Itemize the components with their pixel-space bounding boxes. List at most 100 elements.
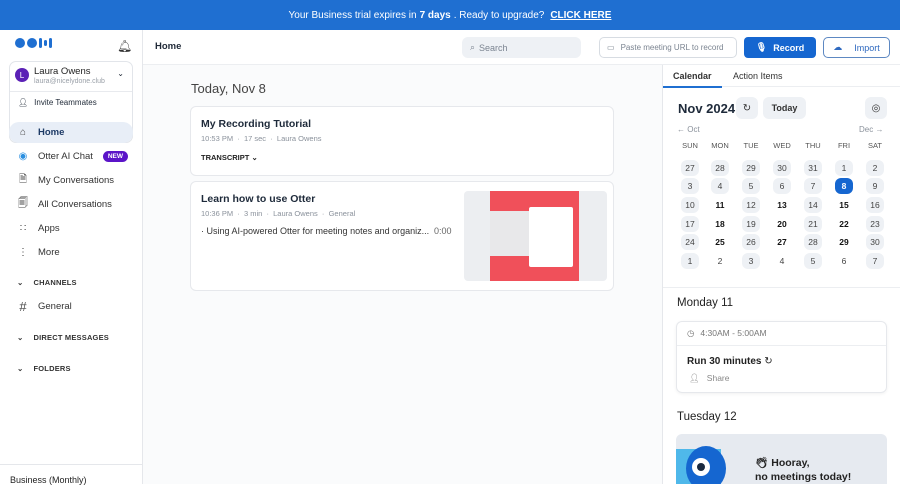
- calendar-day[interactable]: 22: [835, 216, 853, 232]
- chevron-down-icon: ⌄: [17, 364, 24, 373]
- calendar-day[interactable]: 27: [773, 234, 791, 250]
- calendar-day[interactable]: 12: [742, 197, 760, 213]
- calendar-day[interactable]: 15: [835, 197, 853, 213]
- calendar-day[interactable]: 2: [711, 253, 729, 269]
- upgrade-link[interactable]: CLICK HERE: [550, 10, 611, 21]
- calendar-day[interactable]: 1: [681, 253, 699, 269]
- sidebar-item-more[interactable]: ⋮ More: [9, 242, 133, 263]
- calendar-day[interactable]: 3: [681, 178, 699, 194]
- calendar-day[interactable]: 29: [835, 234, 853, 250]
- record-button[interactable]: 🎙︎ Record: [744, 37, 816, 58]
- calendar-day[interactable]: 6: [773, 178, 791, 194]
- settings-icon[interactable]: ◎: [865, 97, 887, 119]
- calendar-day[interactable]: 6: [835, 253, 853, 269]
- conversation-card[interactable]: My Recording Tutorial 10:53 PM · 17 sec …: [190, 106, 614, 176]
- calendar-day[interactable]: 9: [866, 178, 884, 194]
- hooray-text: Hooray,: [771, 457, 810, 469]
- banner-days: 7 days: [419, 9, 451, 21]
- weekday-label: THU: [805, 141, 821, 150]
- add-user-icon: 👤︎: [18, 98, 29, 107]
- calendar-day[interactable]: 30: [773, 160, 791, 176]
- calendar-day[interactable]: 20: [773, 216, 791, 232]
- invite-teammates-button[interactable]: 👤︎ Invite Teammates: [10, 91, 132, 113]
- search-input[interactable]: ⌕ Search: [462, 37, 581, 58]
- tab-action-items[interactable]: Action Items: [733, 71, 783, 81]
- documents-icon: 🗐: [18, 198, 28, 209]
- share-button[interactable]: 👤︎ Share: [689, 373, 729, 384]
- chevron-down-icon[interactable]: ⌄: [117, 69, 124, 78]
- import-button[interactable]: ☁︎ Import: [823, 37, 890, 58]
- calendar-day[interactable]: 7: [804, 178, 822, 194]
- refresh-icon[interactable]: ↻: [736, 97, 758, 119]
- conversation-card[interactable]: Learn how to use Otter 10:36 PM · 3 min …: [190, 181, 614, 291]
- sidebar-item-home[interactable]: ⌂ Home: [9, 122, 133, 143]
- record-label: Record: [773, 42, 805, 53]
- calendar-day[interactable]: 24: [681, 234, 699, 250]
- transcript-toggle[interactable]: TRANSCRIPT ⌄: [201, 153, 258, 162]
- no-meetings-text: no meetings today!: [755, 471, 852, 483]
- calendar-day[interactable]: 23: [866, 216, 884, 232]
- calendar-day[interactable]: 30: [866, 234, 884, 250]
- page-title: Home: [155, 41, 182, 52]
- calendar-day[interactable]: 5: [742, 178, 760, 194]
- prev-month-button[interactable]: ← Oct: [677, 125, 700, 134]
- calendar-day[interactable]: 4: [711, 178, 729, 194]
- folders-section-toggle[interactable]: ⌄ FOLDERS: [17, 364, 71, 373]
- sidebar-item-all-conversations[interactable]: 🗐 All Conversations: [9, 194, 133, 215]
- calendar-day[interactable]: 3: [742, 253, 760, 269]
- calendar-day[interactable]: 28: [711, 160, 729, 176]
- conversation-title[interactable]: Learn how to use Otter: [201, 193, 315, 205]
- calendar-day[interactable]: 14: [804, 197, 822, 213]
- calendar-day[interactable]: 29: [742, 160, 760, 176]
- video-icon: ▭: [607, 43, 615, 52]
- no-meetings-card: 👏︎ Hooray, no meetings today!: [676, 434, 887, 484]
- calendar-day[interactable]: 10: [681, 197, 699, 213]
- calendar-day[interactable]: 8: [835, 178, 853, 194]
- snippet-time: 0:00: [434, 226, 452, 236]
- calendar-day[interactable]: 13: [773, 197, 791, 213]
- sidebar: 🔔︎ L Laura Owens laura@nicelydone.club ⌄…: [0, 30, 143, 485]
- conversation-title[interactable]: My Recording Tutorial: [201, 118, 311, 130]
- home-icon: ⌂: [19, 127, 27, 138]
- calendar-day[interactable]: 31: [804, 160, 822, 176]
- calendar-day[interactable]: 27: [681, 160, 699, 176]
- cloud-upload-icon: ☁︎: [833, 42, 843, 52]
- calendar-day[interactable]: 21: [804, 216, 822, 232]
- video-thumbnail[interactable]: [464, 191, 607, 281]
- next-month-button[interactable]: Dec →: [859, 125, 883, 134]
- calendar-day[interactable]: 26: [742, 234, 760, 250]
- bell-icon[interactable]: 🔔︎: [117, 39, 132, 53]
- sidebar-item-my-conversations[interactable]: 🗎 My Conversations: [9, 170, 133, 191]
- calendar-day[interactable]: 2: [866, 160, 884, 176]
- tab-calendar[interactable]: Calendar: [663, 71, 722, 88]
- otter-logo[interactable]: [15, 38, 52, 48]
- calendar-day[interactable]: 7: [866, 253, 884, 269]
- chevron-down-icon: ⌄: [251, 153, 258, 162]
- calendar-day[interactable]: 11: [711, 197, 729, 213]
- dms-section-toggle[interactable]: ⌄ DIRECT MESSAGES: [17, 333, 109, 342]
- channel-general[interactable]: # General: [9, 296, 133, 317]
- calendar-day[interactable]: 18: [711, 216, 729, 232]
- event-card[interactable]: ◷ 4:30AM - 5:00AM Run 30 minutes ↻ 👤︎ Shar…: [676, 321, 887, 393]
- search-icon: ⌕: [470, 42, 476, 52]
- calendar-day[interactable]: 16: [866, 197, 884, 213]
- calendar-day[interactable]: 19: [742, 216, 760, 232]
- nav-label: More: [38, 247, 60, 258]
- calendar-day[interactable]: 5: [804, 253, 822, 269]
- calendar-day[interactable]: 28: [804, 234, 822, 250]
- channels-section-toggle[interactable]: ⌄ CHANNELS: [17, 278, 77, 287]
- conversation-meta: 10:53 PM · 17 sec · Laura Owens: [201, 134, 322, 143]
- apps-icon: ∷: [19, 223, 27, 234]
- top-bar: Home ⌕ Search ▭ Paste meeting URL to recor…: [143, 30, 900, 65]
- banner-text-2: . Ready to upgrade?: [453, 9, 545, 21]
- nav-label: Apps: [38, 223, 60, 234]
- calendar-day[interactable]: 17: [681, 216, 699, 232]
- today-button[interactable]: Today: [763, 97, 806, 119]
- sidebar-item-otter-ai-chat[interactable]: ◉ Otter AI Chat NEW: [9, 146, 133, 167]
- calendar-day[interactable]: 4: [773, 253, 791, 269]
- sidebar-item-apps[interactable]: ∷ Apps: [9, 218, 133, 239]
- calendar-day[interactable]: 1: [835, 160, 853, 176]
- calendar-day[interactable]: 25: [711, 234, 729, 250]
- transcript-snippet[interactable]: · Using AI-powered Otter for meeting not…: [201, 226, 456, 236]
- meeting-url-input[interactable]: ▭ Paste meeting URL to record: [599, 37, 737, 58]
